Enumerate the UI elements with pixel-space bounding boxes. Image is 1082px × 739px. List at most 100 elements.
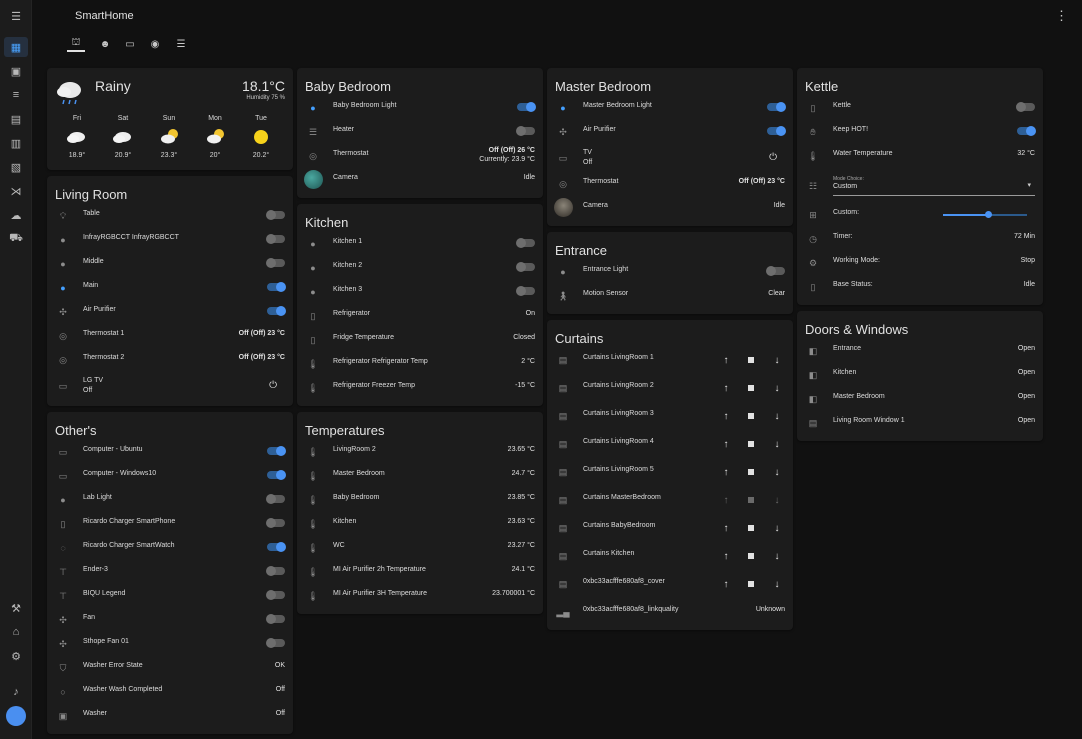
entity-row[interactable]: ▤ Living Room Window 1 Open [797,412,1043,436]
toggle-switch[interactable] [1017,126,1036,136]
entity-row[interactable]: ◎ Thermostat Off (Off) 26 °C Currently: 23.… [297,145,543,169]
open-cover-button[interactable]: ↑ [720,549,732,563]
entity-row[interactable]: Camera Idle [297,169,543,193]
toggle-switch[interactable] [267,282,286,292]
vscode-icon[interactable]: ⋊ [4,181,28,201]
open-cover-button[interactable]: ↑ [720,577,732,591]
stop-cover-button[interactable] [745,521,757,535]
entity-row[interactable]: 🚶︎ Motion Sensor Clear [547,285,793,309]
entity-row[interactable]: ✣ Sthope Fan 01 [47,633,293,657]
entity-row[interactable]: 🌡︎ LivingRoom 2 23.65 °C [297,441,543,465]
stop-cover-button[interactable] [745,409,757,423]
entity-row[interactable]: ☰ Heater [297,121,543,145]
entity-row[interactable]: ✋︎ Keep HOT! [797,121,1043,145]
entity-row[interactable]: ● Kitchen 2 [297,257,543,281]
entity-row[interactable]: ● Entrance Light [547,261,793,285]
toggle-switch[interactable] [1016,102,1035,112]
entity-row[interactable]: ▣ Washer Off [47,705,293,729]
toggle-switch[interactable] [266,638,285,648]
dashboard-icon[interactable]: ▦ [4,37,28,57]
close-cover-button[interactable]: ↓ [771,409,783,423]
open-cover-button[interactable]: ↑ [720,353,732,367]
avatar[interactable] [6,706,26,726]
entity-row[interactable]: Camera Idle [547,197,793,221]
entity-row[interactable]: ◎ Thermostat 1 Off (Off) 23 °C [47,325,293,349]
entity-row[interactable]: ○ Washer Wash Completed Off [47,681,293,705]
entity-row[interactable]: ◧ Master Bedroom Open [797,388,1043,412]
entity-row[interactable]: ▯ Fridge Temperature Closed [297,329,543,353]
entity-row[interactable]: ◎ Thermostat 2 Off (Off) 23 °C [47,349,293,373]
entity-row[interactable]: 🌡︎ MI Air Purifier 3H Temperature 23.70000… [297,585,543,609]
close-cover-button[interactable]: ↓ [771,465,783,479]
weather-card[interactable]: Rainy 18.1°C Humidity 75 % Fri Sat Sun M… [47,68,293,170]
toggle-switch[interactable] [517,102,536,112]
close-cover-button[interactable]: ↓ [771,493,783,507]
entity-row[interactable]: ● Baby Bedroom Light [297,97,543,121]
entity-row[interactable]: ● Middle [47,253,293,277]
car-icon[interactable]: ⛟ [4,229,28,249]
toggle-switch[interactable] [266,210,285,220]
power-icon[interactable]: ⏻ [769,152,777,163]
toggle-switch[interactable] [266,518,285,528]
stop-cover-button[interactable] [745,493,757,507]
entity-row[interactable]: ✣ Air Purifier [547,121,793,145]
toggle-switch[interactable] [266,590,285,600]
curtain-row[interactable]: ▤ Curtains LivingRoom 4 ↑ ↓ [547,433,793,457]
toggle-switch[interactable] [266,614,285,624]
custom-slider[interactable] [943,211,1027,218]
curtain-row[interactable]: ▤ Curtains LivingRoom 3 ↑ ↓ [547,405,793,429]
stop-cover-button[interactable] [745,381,757,395]
open-cover-button[interactable]: ↑ [720,465,732,479]
toggle-switch[interactable] [767,102,786,112]
entity-row[interactable]: 🌡︎ Water Temperature 32 °C [797,145,1043,169]
entity-row[interactable]: 🌡︎ Refrigerator Refrigerator Temp 2 °C [297,353,543,377]
entity-row[interactable]: ✣ Fan [47,609,293,633]
curtain-row[interactable]: ▤ Curtains MasterBedroom ↑ ↓ [547,489,793,513]
entity-row[interactable]: ⊤ Ender-3 [47,561,293,585]
entity-row[interactable]: ● InfrayRGBCCT InfrayRGBCCT [47,229,293,253]
open-cover-button[interactable]: ↑ [720,409,732,423]
stop-cover-button[interactable] [745,353,757,367]
sofa-icon[interactable]: ⛫ [67,36,85,52]
close-cover-button[interactable]: ↓ [771,381,783,395]
entity-row[interactable]: ● Lab Light [47,489,293,513]
robot-icon[interactable]: ☻ [96,36,114,52]
chart-icon[interactable]: ▤ [4,109,28,129]
entity-row[interactable]: ▯ Base Status: Idle [797,276,1043,300]
entity-row[interactable]: ▭ Computer - Windows10 [47,465,293,489]
entity-row[interactable]: ● Kitchen 3 [297,281,543,305]
close-cover-button[interactable]: ↓ [771,549,783,563]
toggle-switch[interactable] [267,470,286,480]
entity-row[interactable]: ● Main [47,277,293,301]
map-marker-icon[interactable]: ▣ [4,61,28,81]
tv-icon[interactable]: ▭ [121,36,139,52]
home-settings-icon[interactable]: ⌂ [4,622,28,642]
entity-row[interactable]: 🌡︎ Master Bedroom 24.7 °C [297,465,543,489]
menu-icon[interactable]: ☰ [4,6,28,26]
close-cover-button[interactable]: ↓ [771,437,783,451]
server-icon[interactable]: ☰ [172,36,190,52]
curtain-row[interactable]: ▤ Curtains BabyBedroom ↑ ↓ [547,517,793,541]
open-cover-button[interactable]: ↑ [720,493,732,507]
curtain-row[interactable]: ▤ Curtains LivingRoom 2 ↑ ↓ [547,377,793,401]
entity-row[interactable]: 🌡︎ MI Air Purifier 2h Temperature 24.1 °C [297,561,543,585]
cloud-icon[interactable]: ☁ [4,205,28,225]
toggle-switch[interactable] [267,446,286,456]
entity-row[interactable]: ⊤ BIQU Legend [47,585,293,609]
more-options-icon[interactable]: ⋮ [1055,8,1068,24]
open-cover-button[interactable]: ↑ [720,521,732,535]
entity-row[interactable]: 🌡︎ Kitchen 23.63 °C [297,513,543,537]
curtain-row[interactable]: ▤ Curtains LivingRoom 1 ↑ ↓ [547,349,793,373]
entity-row[interactable]: ⚙ Working Mode: Stop [797,252,1043,276]
stop-cover-button[interactable] [745,577,757,591]
toggle-switch[interactable] [766,266,785,276]
stop-cover-button[interactable] [745,465,757,479]
entity-row[interactable]: ✣ Air Purifier [47,301,293,325]
bell-icon[interactable]: ♪ [4,682,28,702]
media-icon[interactable]: ◉ [146,36,164,52]
entity-row[interactable]: 💡︎ Table [47,205,293,229]
toggle-switch[interactable] [266,494,285,504]
entity-row[interactable]: ◎ Thermostat Off (Off) 23 °C [547,173,793,197]
entity-row[interactable]: 🌡︎ Baby Bedroom 23.85 °C [297,489,543,513]
entity-row[interactable]: ▂▄ 0xbc33acfffe680af8_linkquality Unknown [547,601,793,625]
